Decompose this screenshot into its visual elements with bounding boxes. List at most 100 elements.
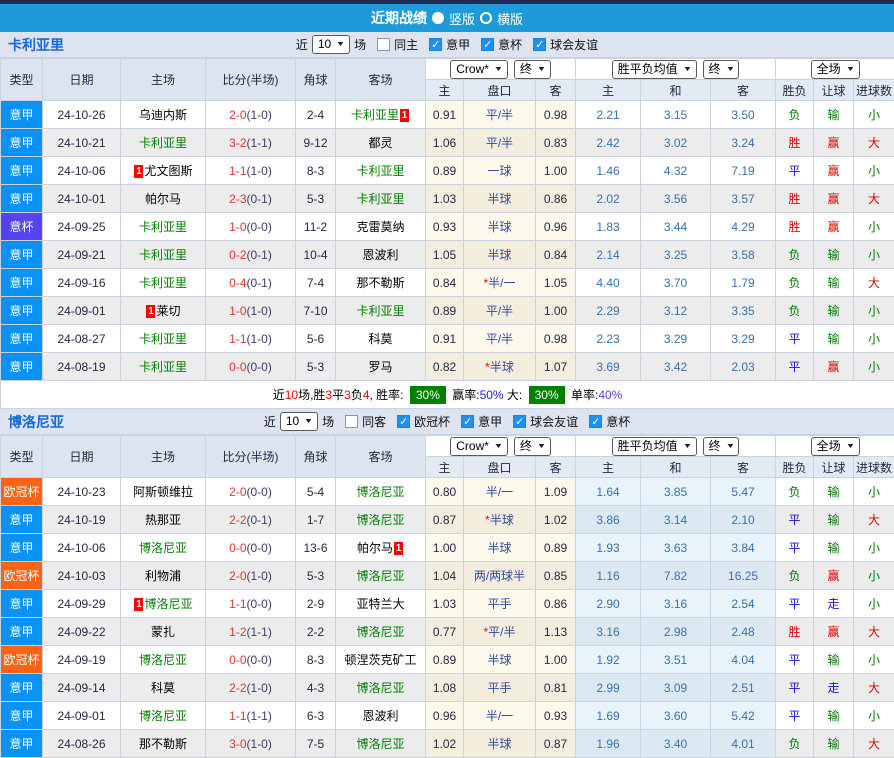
scope-select[interactable]: 全场▼: [811, 60, 860, 79]
fulltime-score: 3-0: [229, 737, 246, 751]
chevron-down-icon: ▼: [494, 62, 504, 77]
vertical-layout-radio[interactable]: [432, 12, 444, 24]
team-name-text: 恩波利: [362, 709, 398, 723]
bookmaker-select[interactable]: Crow*▼: [450, 437, 508, 456]
filter-checkbox-3[interactable]: [533, 38, 546, 51]
crow-period-select[interactable]: 终▼: [514, 60, 551, 79]
sub-column-header: 胜负: [776, 457, 814, 478]
table-row: 意甲24-08-19卡利亚里0-0(0-0)5-3罗马0.82*半球1.073.…: [1, 353, 894, 381]
crow-period-select[interactable]: 终▼: [514, 437, 551, 456]
fulltime-score: 1-0: [229, 304, 246, 318]
summary-text: , 胜率:: [370, 388, 407, 402]
team-name-text: 克雷莫纳: [356, 220, 404, 234]
team-name-text: 卡利亚里: [351, 108, 399, 122]
euro-home-odds: 1.16: [576, 562, 641, 590]
filter-checkbox-1[interactable]: [397, 415, 410, 428]
euro-draw-odds: 3.70: [641, 269, 711, 297]
result-wdl: 平: [776, 702, 814, 730]
euro-draw-odds: 3.63: [641, 534, 711, 562]
sub-column-header: 让球: [814, 80, 854, 101]
team-name-text: 博洛尼亚: [144, 597, 192, 611]
filter-checkbox-2[interactable]: [481, 38, 494, 51]
team-filter-bar: 博洛尼亚近10▼场同客欧冠杯意甲球会友谊意杯: [0, 409, 894, 435]
summary-text: 场,胜: [298, 388, 325, 402]
table-row: 欧冠杯24-10-03利物浦2-0(1-0)5-3博洛尼亚1.04两/两球半0.…: [1, 562, 894, 590]
crow-home-odds: 0.77: [426, 618, 464, 646]
euro-home-odds: 1.92: [576, 646, 641, 674]
column-header: 比分(半场): [206, 436, 296, 478]
summary-text: 3: [344, 388, 351, 402]
result-wdl: 胜: [776, 129, 814, 157]
euro-draw-odds: 3.44: [641, 213, 711, 241]
bookmaker-select[interactable]: Crow*▼: [450, 60, 508, 79]
crow-home-odds: 0.89: [426, 157, 464, 185]
horizontal-layout-radio[interactable]: [480, 12, 492, 24]
league-badge: 意甲: [1, 269, 43, 297]
handicap-text: 半球: [490, 360, 514, 374]
games-label: 场: [354, 36, 366, 53]
filter-checkbox-1[interactable]: [429, 38, 442, 51]
result-handicap: 输: [814, 297, 854, 325]
home-team-cell: 蒙扎: [121, 618, 206, 646]
euro-home-odds: 1.46: [576, 157, 641, 185]
team-name-text: 卡利亚里: [356, 192, 404, 206]
result-goals: 小: [854, 562, 894, 590]
result-goals: 大: [854, 730, 894, 758]
games-count-select[interactable]: 10▼: [280, 412, 318, 431]
filter-checkbox-4[interactable]: [589, 415, 602, 428]
odds-type-select[interactable]: 胜平负均值▼: [612, 60, 697, 79]
games-count-select[interactable]: 10▼: [312, 35, 350, 54]
filter-checkbox-2[interactable]: [461, 415, 474, 428]
euro-draw-odds: 3.12: [641, 297, 711, 325]
team-name-text: 阿斯顿维拉: [133, 485, 193, 499]
filter-checkbox-3[interactable]: [513, 415, 526, 428]
handicap-cell: 半/一: [464, 702, 536, 730]
date-cell: 24-09-19: [43, 646, 121, 674]
sub-column-header: 胜负: [776, 80, 814, 101]
crow-home-odds: 1.03: [426, 185, 464, 213]
euro-period-select[interactable]: 终▼: [703, 60, 740, 79]
crow-home-odds: 1.03: [426, 590, 464, 618]
result-handicap: 赢: [814, 562, 854, 590]
crow-home-odds: 0.82: [426, 353, 464, 381]
chevron-down-icon: ▼: [536, 62, 546, 77]
halftime-score: (1-1): [247, 709, 272, 723]
crow-away-odds: 0.96: [536, 213, 576, 241]
score-cell: 1-2(1-1): [206, 618, 296, 646]
corner-cell: 13-6: [296, 534, 336, 562]
euro-away-odds: 2.48: [711, 618, 776, 646]
home-team-cell: 热那亚: [121, 506, 206, 534]
euro-away-odds: 3.57: [711, 185, 776, 213]
team-name-text: 博洛尼亚: [356, 737, 404, 751]
team-name-text: 卡利亚里: [139, 332, 187, 346]
result-wdl: 胜: [776, 618, 814, 646]
crow-home-odds: 0.84: [426, 269, 464, 297]
euro-draw-odds: 3.40: [641, 730, 711, 758]
result-goals: 小: [854, 702, 894, 730]
table-row: 意甲24-09-291博洛尼亚1-1(0-0)2-9亚特兰大1.03平手0.86…: [1, 590, 894, 618]
handicap-cell: 半球: [464, 534, 536, 562]
summary-text: 平: [332, 388, 344, 402]
fulltime-score: 2-3: [229, 192, 246, 206]
scope-select[interactable]: 全场▼: [811, 437, 860, 456]
euro-period-select[interactable]: 终▼: [703, 437, 740, 456]
crow-away-odds: 0.86: [536, 185, 576, 213]
team-name-text: 博洛尼亚: [139, 541, 187, 555]
scope-select-value: 全场: [817, 62, 841, 77]
handicap-cell: 平/半: [464, 101, 536, 129]
league-badge: 意甲: [1, 129, 43, 157]
odds-type-select[interactable]: 胜平负均值▼: [612, 437, 697, 456]
column-header: 客场: [336, 436, 426, 478]
result-wdl: 胜: [776, 185, 814, 213]
summary-text: 50%: [480, 388, 504, 402]
filter-checkbox-0[interactable]: [377, 38, 390, 51]
filter-checkbox-0[interactable]: [345, 415, 358, 428]
sub-column-header: 客: [536, 80, 576, 101]
corner-cell: 9-12: [296, 129, 336, 157]
handicap-text: 平/半: [488, 625, 515, 639]
result-goals: 大: [854, 674, 894, 702]
crow-home-odds: 0.87: [426, 506, 464, 534]
crow-odds-group-header: Crow*▼ 终▼: [426, 436, 576, 457]
halftime-score: (0-0): [247, 220, 272, 234]
corner-cell: 5-3: [296, 185, 336, 213]
